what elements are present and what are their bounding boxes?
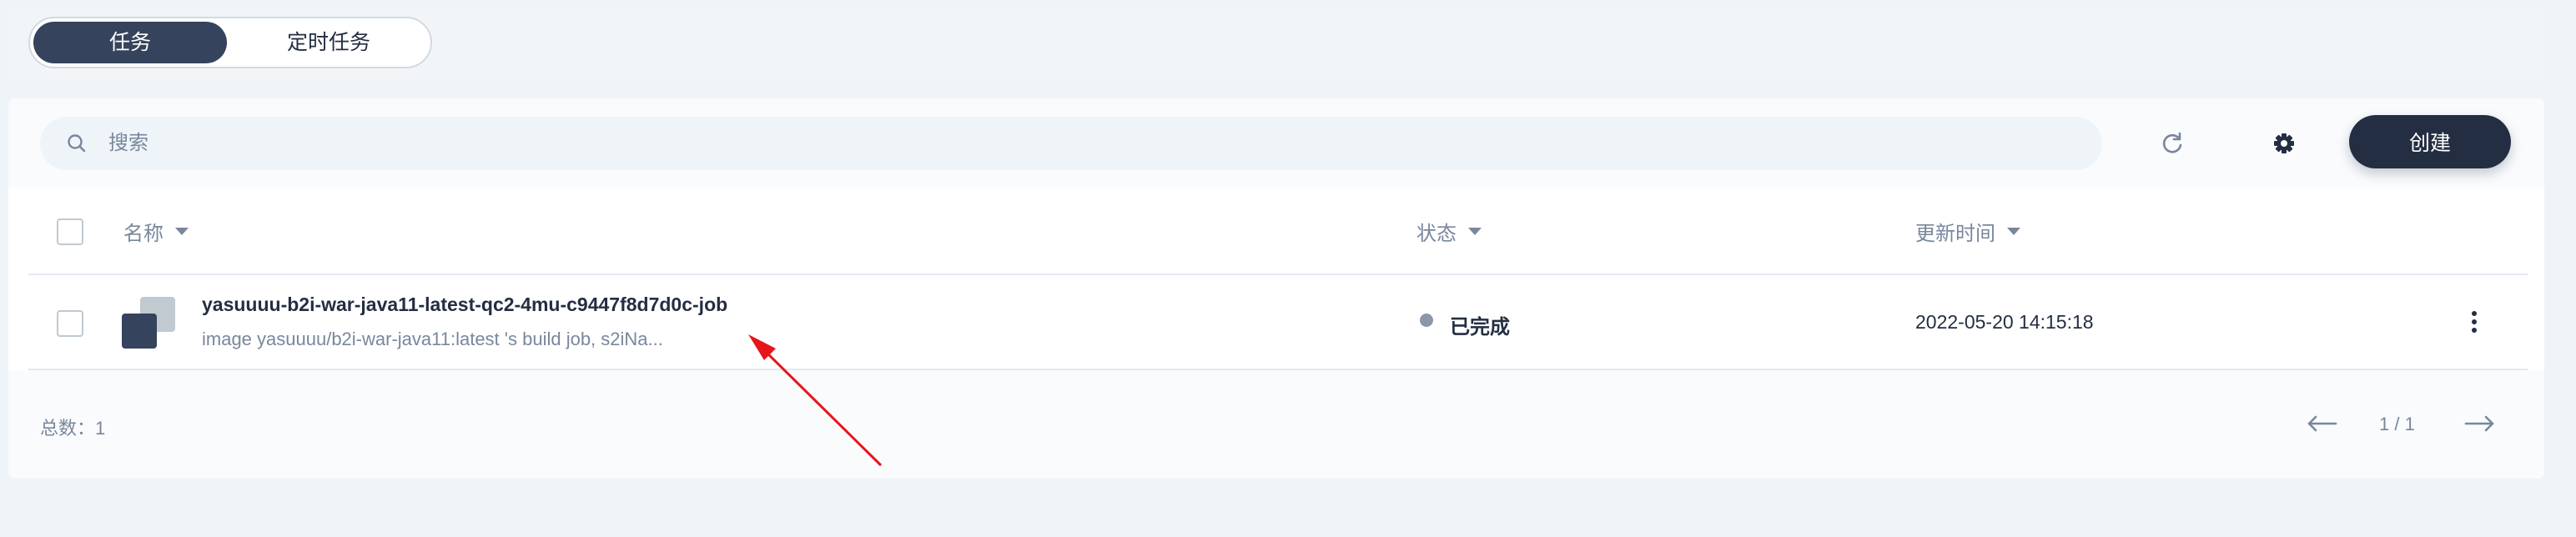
arrow-left-icon[interactable]: [2304, 410, 2341, 437]
status-dot-icon: [1420, 314, 1433, 327]
row-checkbox[interactable]: [57, 310, 83, 337]
refresh-icon[interactable]: [2154, 125, 2191, 162]
search-input[interactable]: [108, 117, 2077, 170]
sort-caret-icon: [1468, 228, 1482, 235]
total-count: 总数：1: [40, 418, 106, 439]
column-header-status-label: 状态: [1416, 223, 1457, 245]
toolbar: 创建: [8, 98, 2544, 188]
tab-group: 任务 定时任务: [28, 17, 432, 68]
column-header-updated[interactable]: 更新时间: [1915, 217, 2020, 246]
status-text: 已完成: [1450, 316, 1510, 339]
table-header: 名称 状态 更新时间: [28, 188, 2528, 275]
job-icon: [122, 297, 175, 349]
table-row: yasuuuu-b2i-war-java11-latest-qc2-4mu-c9…: [28, 275, 2528, 370]
tab-tasks[interactable]: 任务: [33, 22, 227, 63]
search-icon: [68, 134, 86, 153]
sort-caret-icon: [175, 228, 189, 235]
sort-caret-icon: [2007, 228, 2020, 235]
select-all-checkbox[interactable]: [57, 218, 83, 245]
search-box[interactable]: [40, 117, 2102, 170]
table-footer: 总数：1 1 / 1: [8, 370, 2544, 479]
column-header-updated-label: 更新时间: [1915, 223, 1995, 245]
create-button[interactable]: 创建: [2349, 115, 2511, 168]
arrow-right-icon[interactable]: [2461, 410, 2498, 437]
update-time: 2022-05-20 14:15:18: [1915, 311, 2094, 333]
more-vertical-icon[interactable]: [2459, 307, 2489, 337]
job-description: image yasuuuu/b2i-war-java11:latest 's b…: [202, 329, 663, 349]
column-header-status[interactable]: 状态: [1416, 217, 1482, 246]
job-name-link[interactable]: yasuuuu-b2i-war-java11-latest-qc2-4mu-c9…: [202, 294, 727, 316]
gear-icon[interactable]: [2266, 125, 2302, 162]
column-header-name[interactable]: 名称: [123, 217, 189, 246]
tab-bar: 任务 定时任务: [8, 7, 2544, 80]
task-list-panel: 创建 名称 状态 更新时间 yasuuuu-b2i-war-java11-lat…: [8, 98, 2544, 479]
page-indicator: 1 / 1: [2379, 414, 2415, 434]
column-header-name-label: 名称: [123, 223, 164, 245]
tab-scheduled-tasks[interactable]: 定时任务: [230, 22, 427, 63]
